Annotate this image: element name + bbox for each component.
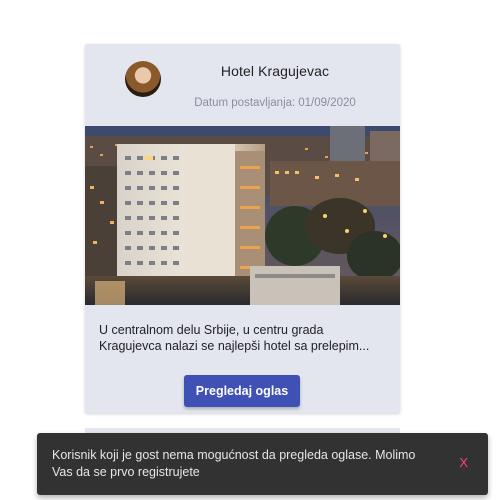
guest-warning-snackbar: Korisnik koji je gost nema mogućnost da … xyxy=(37,433,488,495)
hotel-photo xyxy=(85,126,400,305)
snackbar-message-line: Vas da se prvo registrujete xyxy=(52,465,200,479)
posting-date-value: 01/09/2020 xyxy=(298,97,356,109)
posting-date: Datum postavljanja: 01/09/2020 xyxy=(175,97,375,109)
snackbar-close-button[interactable]: X xyxy=(459,455,468,470)
view-listing-button[interactable]: Pregledaj oglas xyxy=(184,375,300,407)
description-line: Kragujevca nalazi se najlepši hotel sa p… xyxy=(99,339,370,353)
posting-date-label: Datum postavljanja: xyxy=(194,97,296,109)
snackbar-message-line: Korisnik koji je gost nema mogućnost da … xyxy=(52,448,416,462)
listing-title: Hotel Kragujevac xyxy=(220,63,330,79)
listing-card: Hotel Kragujevac Datum postavljanja: 01/0… xyxy=(85,44,400,413)
description-line: U centralnom delu Srbije, u centru grada xyxy=(99,323,324,337)
listing-description: U centralnom delu Srbije, u centru grada… xyxy=(99,322,389,354)
author-avatar xyxy=(125,61,161,97)
snackbar-message: Korisnik koji je gost nema mogućnost da … xyxy=(52,447,432,481)
